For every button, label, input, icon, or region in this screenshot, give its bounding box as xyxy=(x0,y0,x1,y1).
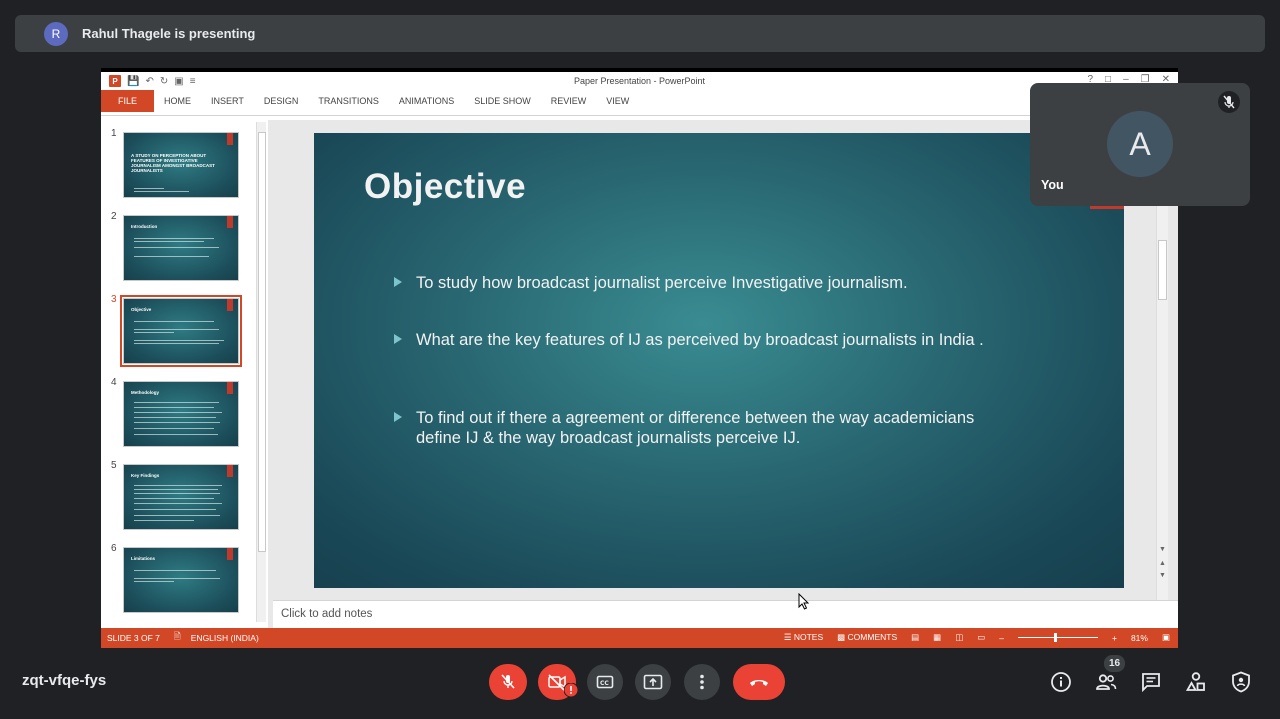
host-controls-icon xyxy=(1232,671,1250,693)
present-now-button[interactable] xyxy=(635,664,671,700)
tab-review: REVIEW xyxy=(550,96,587,106)
captions-button[interactable]: CC xyxy=(587,664,623,700)
slide-thumbnail-pane: 1 A STUDY ON PERCEPTION ABOUT FEATURES O… xyxy=(101,120,268,628)
normal-view-icon: ▤ xyxy=(911,632,920,642)
leave-call-button[interactable] xyxy=(733,664,785,700)
thumbnail-title: Limitations xyxy=(131,556,156,561)
tab-insert: INSERT xyxy=(211,96,244,106)
language-indicator: ENGLISH (INDIA) xyxy=(190,633,259,643)
ppt-titlebar: P 💾 ↶ ↻ ▣ ≡ Paper Presentation - PowerPo… xyxy=(101,72,1178,90)
thumbnail-title: Introduction xyxy=(131,224,158,229)
slideshow-view-icon: ▭ xyxy=(977,632,986,642)
more-icon xyxy=(700,674,704,690)
tab-transitions: TRANSITIONS xyxy=(318,96,379,106)
activities-icon xyxy=(1185,672,1205,691)
zoom-in-icon: + xyxy=(1111,632,1117,643)
thumbnail-number: 6 xyxy=(111,543,117,554)
window-title: Paper Presentation - PowerPoint xyxy=(573,76,706,86)
bullet-arrow-icon xyxy=(394,277,402,287)
mic-toggle-button[interactable] xyxy=(489,664,527,700)
thumbnail-title: Methodology xyxy=(131,390,159,395)
thumbnail-number: 1 xyxy=(111,128,117,139)
thumbnail-image: Objective xyxy=(120,295,242,367)
self-avatar: A xyxy=(1107,111,1173,177)
current-slide: Objective To study how broadcast journal… xyxy=(314,133,1124,588)
thumbnail-title: A STUDY ON PERCEPTION ABOUT FEATURES OF … xyxy=(131,153,215,173)
thumbnail-scrollbar xyxy=(256,122,266,622)
bullet-arrow-icon xyxy=(394,412,402,422)
notes-pane: Click to add notes xyxy=(273,600,1178,628)
fit-slide-icon: ▣ xyxy=(1161,632,1170,642)
spellcheck-icon: 🗎 xyxy=(173,631,181,641)
slide-counter: SLIDE 3 OF 7 xyxy=(107,633,160,643)
presenting-text: Rahul Thagele is presenting xyxy=(82,26,256,41)
tab-home: HOME xyxy=(164,96,192,106)
slide-title: Objective xyxy=(364,167,527,206)
presenting-banner: R Rahul Thagele is presenting xyxy=(15,15,1265,52)
thumbnail-title: Key Findings xyxy=(131,473,160,478)
info-icon xyxy=(1051,672,1071,692)
participants-count-badge: 16 xyxy=(1104,655,1125,672)
activities-button[interactable] xyxy=(1184,670,1208,694)
self-view-tile[interactable]: A You xyxy=(1030,83,1250,206)
notes-toggle: ☰ NOTES xyxy=(783,632,824,642)
people-button[interactable] xyxy=(1094,670,1118,694)
more-options-button[interactable] xyxy=(684,664,720,700)
slide-sorter-icon: ▦ xyxy=(933,632,942,642)
chat-icon xyxy=(1142,673,1160,693)
tab-view: VIEW xyxy=(606,96,630,106)
captions-icon: CC xyxy=(596,675,614,689)
comments-toggle: ▩ COMMENTS xyxy=(837,632,898,642)
thumbnail-number: 3 xyxy=(111,294,117,305)
reading-view-icon: ◫ xyxy=(955,632,964,642)
camera-warning-icon xyxy=(564,683,578,697)
tab-design: DESIGN xyxy=(263,96,299,106)
thumbnail-image: Key Findings xyxy=(123,464,239,530)
thumbnail-image: Introduction xyxy=(123,215,239,281)
thumbnail-image: Methodology xyxy=(123,381,239,447)
end-call-icon xyxy=(750,680,768,686)
thumbnail-number: 2 xyxy=(111,211,117,222)
slide-bullet: To study how broadcast journalist percei… xyxy=(394,273,994,293)
host-controls-button[interactable] xyxy=(1229,670,1253,694)
self-name-label: You xyxy=(1041,178,1064,192)
present-icon xyxy=(643,674,663,690)
tab-slide-show: SLIDE SHOW xyxy=(474,96,531,106)
thumbnail-number: 5 xyxy=(111,460,117,471)
camera-toggle-button[interactable] xyxy=(538,664,578,700)
zoom-level: 81% xyxy=(1130,632,1148,643)
self-mic-off-indicator xyxy=(1218,91,1240,113)
thumbnail-number: 4 xyxy=(111,377,117,388)
tab-animations: ANIMATIONS xyxy=(398,96,455,106)
ppt-workspace: 1 A STUDY ON PERCEPTION ABOUT FEATURES O… xyxy=(101,120,1178,628)
ppt-status-bar: SLIDE 3 OF 7 🗎 ENGLISH (INDIA) ☰ NOTES ▩… xyxy=(101,628,1178,648)
presenter-avatar: R xyxy=(44,21,68,46)
slide-bullet: What are the key features of IJ as perce… xyxy=(394,330,994,350)
tab-file: FILE xyxy=(101,90,155,112)
zoom-slider xyxy=(1017,633,1098,642)
chat-button[interactable] xyxy=(1139,670,1163,694)
meeting-details-button[interactable] xyxy=(1049,670,1073,694)
people-icon xyxy=(1096,674,1117,690)
ribbon-tabs: FILE HOME INSERT DESIGN TRANSITIONS ANIM… xyxy=(101,90,1178,112)
bullet-arrow-icon xyxy=(394,334,402,344)
mic-off-icon xyxy=(501,674,515,689)
svg-text:CC: CC xyxy=(600,680,609,687)
meeting-code: zqt-vfqe-fys xyxy=(22,672,107,689)
thumbnail-title: Objective xyxy=(131,307,152,312)
shared-screen-powerpoint: P 💾 ↶ ↻ ▣ ≡ Paper Presentation - PowerPo… xyxy=(101,68,1178,648)
slide-bullet: To find out if there a agreement or diff… xyxy=(394,408,994,448)
thumbnail-image: A STUDY ON PERCEPTION ABOUT FEATURES OF … xyxy=(123,132,239,198)
mouse-cursor-icon xyxy=(798,592,810,616)
thumbnail-image: Limitations xyxy=(123,547,239,613)
zoom-out-icon: – xyxy=(999,632,1004,643)
